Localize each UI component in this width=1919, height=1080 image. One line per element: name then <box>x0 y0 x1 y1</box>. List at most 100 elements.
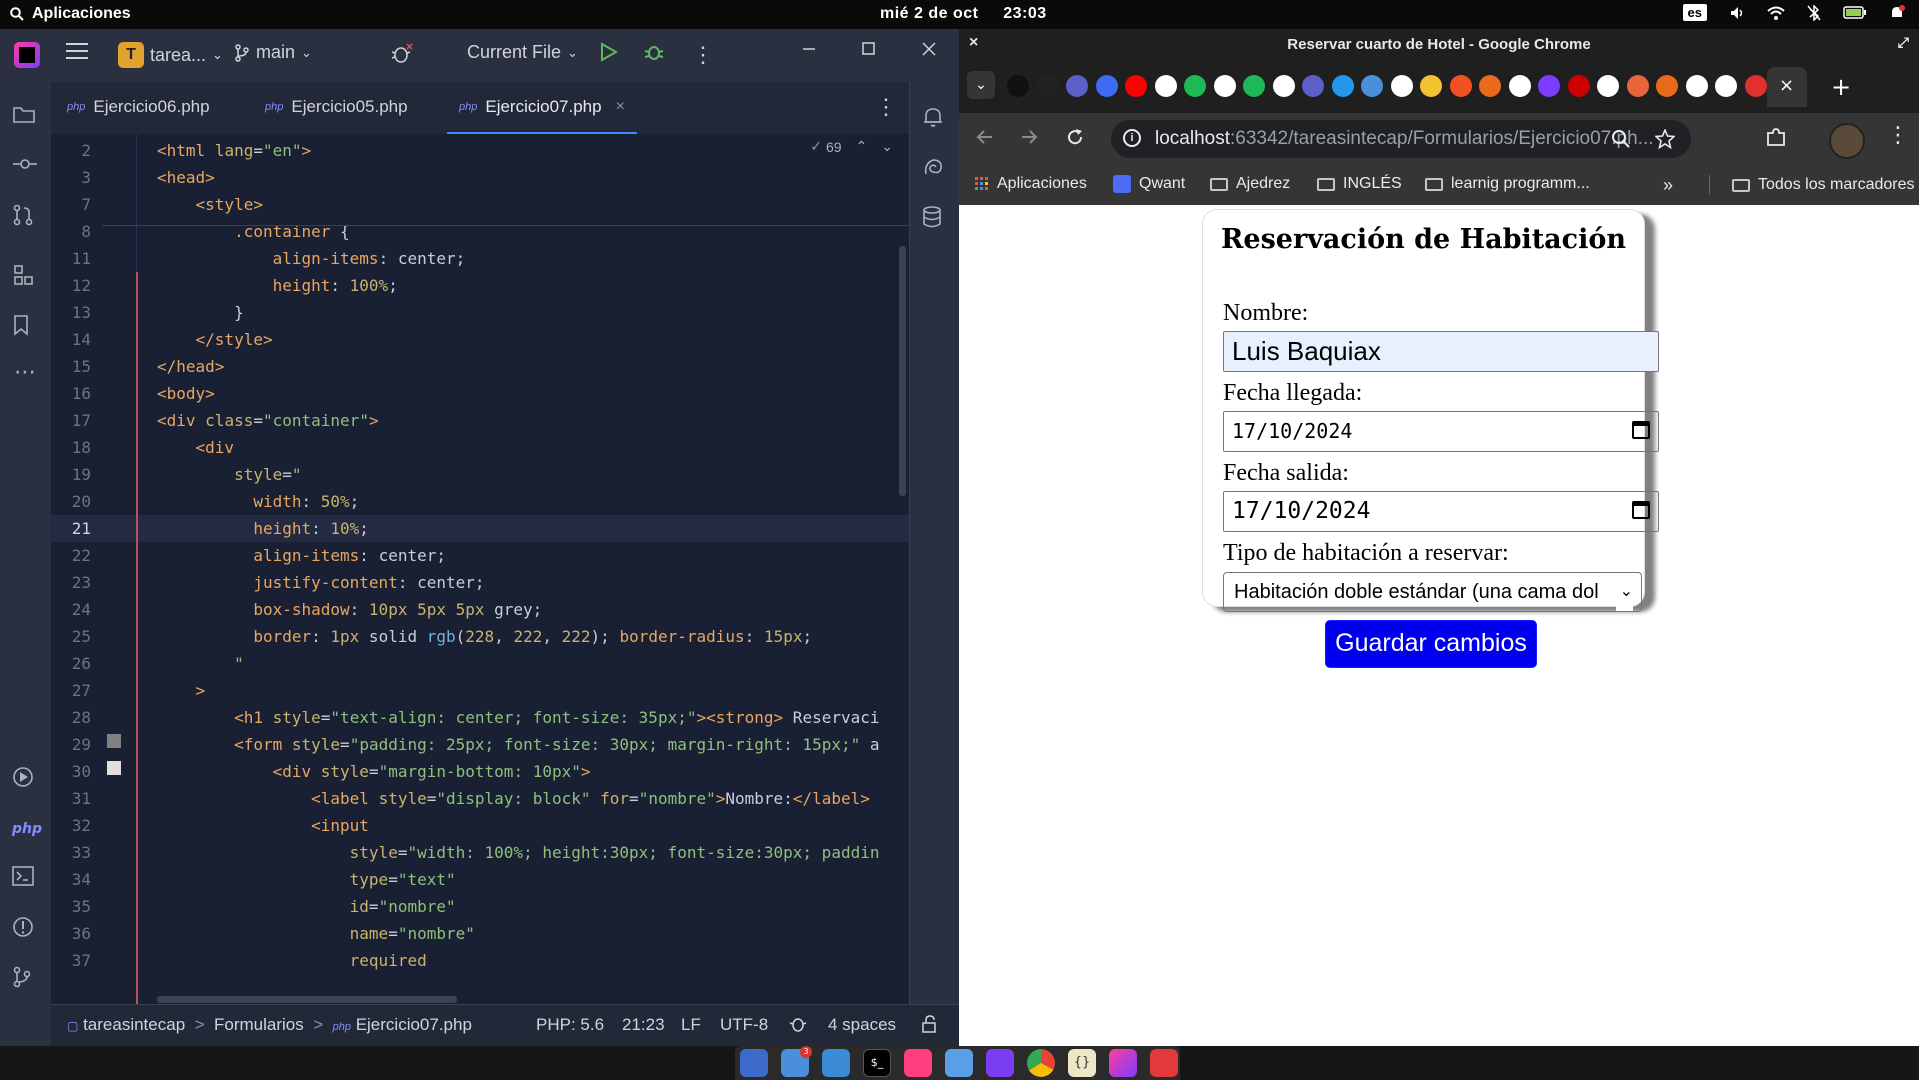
horizontal-scrollbar[interactable] <box>157 996 457 1003</box>
code-line[interactable]: 22 align-items: center; <box>51 542 909 569</box>
line-number[interactable]: 26 <box>51 650 91 677</box>
structure-icon[interactable] <box>12 264 38 290</box>
line-number[interactable]: 13 <box>51 299 91 326</box>
code-editor[interactable]: ✓ 69 ⌃ ⌄ 2 <html lang="en"> 3 <head> 7 <styl… <box>51 134 909 1004</box>
tab-favicon-icon[interactable] <box>1243 75 1265 97</box>
code-line[interactable]: 21 height: 10%; <box>51 515 909 542</box>
tab-favicon-icon[interactable] <box>1066 75 1088 97</box>
keyboard-layout-indicator[interactable]: es <box>1682 4 1707 21</box>
bookmark-folder-ingles[interactable]: INGLÉS <box>1317 175 1402 193</box>
php-icon[interactable]: php <box>12 816 42 842</box>
pull-requests-icon[interactable] <box>12 204 38 230</box>
forward-button[interactable] <box>1019 127 1039 147</box>
screenshot-app-icon[interactable] <box>1150 1049 1178 1077</box>
code-line[interactable]: 27 > <box>51 677 909 704</box>
calendar-app-icon[interactable]: 3 <box>781 1046 812 1077</box>
commit-icon[interactable] <box>12 154 38 180</box>
code-line[interactable]: 35 id="nombre" <box>51 893 909 920</box>
back-button[interactable] <box>975 127 995 147</box>
code-line[interactable]: 30 <div style="margin-bottom: 10px"> <box>51 758 909 785</box>
chevron-down-icon[interactable]: ⌄ <box>881 138 893 155</box>
chrome-menu-icon[interactable]: ⋮ <box>1887 123 1909 148</box>
code-line[interactable]: 24 box-shadow: 10px 5px 5px grey; <box>51 596 909 623</box>
run-configuration-selector[interactable]: Current File ⌄ <box>467 42 578 63</box>
code-line[interactable]: 37 required <box>51 947 909 974</box>
tab-favicon-icon[interactable] <box>1390 75 1413 97</box>
code-line[interactable]: 31 <label style="display: block" for="no… <box>51 785 909 812</box>
tab-ejercicio05[interactable]: php Ejercicio05.php <box>253 82 420 132</box>
breadcrumb-folder[interactable]: Formularios <box>214 1015 304 1034</box>
line-number[interactable]: 24 <box>51 596 91 623</box>
breadcrumb-project[interactable]: tareasintecap <box>83 1015 185 1034</box>
tab-favicon-icon[interactable] <box>1154 75 1177 97</box>
code-line[interactable]: 17 <div class="container"> <box>51 407 909 434</box>
all-bookmarks-folder[interactable]: Todos los marcadores <box>1709 175 1915 195</box>
code-line[interactable]: 36 name="nombre" <box>51 920 909 947</box>
activities-button[interactable]: Aplicaciones <box>10 5 131 23</box>
clock[interactable]: mié 2 de oct 23:03 <box>880 5 1047 23</box>
close-tab-icon[interactable]: × <box>616 98 625 116</box>
volume-icon[interactable] <box>1729 5 1745 21</box>
code-line[interactable]: 3 <head> <box>51 164 909 191</box>
debug-button[interactable] <box>644 42 664 62</box>
tab-favicon-icon[interactable] <box>1744 75 1767 97</box>
line-number[interactable]: 30 <box>51 758 91 785</box>
site-info-icon[interactable]: i <box>1123 129 1141 147</box>
code-line[interactable]: 34 type="text" <box>51 866 909 893</box>
line-number[interactable]: 14 <box>51 326 91 353</box>
ai-assistant-icon[interactable] <box>922 156 948 182</box>
code-line[interactable]: 20 width: 50%; <box>51 488 909 515</box>
chrome-dock-icon[interactable] <box>1027 1049 1055 1077</box>
profile-avatar[interactable] <box>1829 123 1865 159</box>
tab-ejercicio06[interactable]: php Ejercicio06.php <box>55 82 222 132</box>
git-icon[interactable] <box>12 966 38 992</box>
run-button[interactable] <box>600 42 618 62</box>
line-number[interactable]: 21 <box>51 515 91 542</box>
finder-icon[interactable] <box>822 1049 850 1077</box>
file-encoding[interactable]: UTF-8 <box>720 1015 768 1035</box>
line-number[interactable]: 31 <box>51 785 91 812</box>
bookmark-apps[interactable]: Aplicaciones <box>975 175 1087 193</box>
toggle-app-icon[interactable] <box>945 1049 973 1077</box>
code-line[interactable]: 26 " <box>51 650 909 677</box>
code-line[interactable]: 25 border: 1px solid rgb(228, 222, 222);… <box>51 623 909 650</box>
line-number[interactable]: 25 <box>51 623 91 650</box>
tab-favicon-icon[interactable] <box>1125 75 1147 97</box>
tab-favicon-icon[interactable] <box>1479 75 1501 97</box>
line-number[interactable]: 23 <box>51 569 91 596</box>
chevron-up-icon[interactable]: ⌃ <box>856 138 868 155</box>
terminal-icon[interactable] <box>12 866 38 892</box>
tab-favicon-icon[interactable] <box>1597 75 1619 97</box>
line-number[interactable]: 33 <box>51 839 91 866</box>
notifications-bell-icon[interactable] <box>922 106 948 132</box>
services-icon[interactable] <box>12 766 38 792</box>
line-number[interactable]: 36 <box>51 920 91 947</box>
vertical-scrollbar[interactable] <box>899 246 906 496</box>
line-ending[interactable]: LF <box>681 1015 701 1035</box>
line-number[interactable]: 19 <box>51 461 91 488</box>
line-number[interactable]: 32 <box>51 812 91 839</box>
line-number[interactable]: 16 <box>51 380 91 407</box>
guardar-cambios-button[interactable]: Guardar cambios <box>1325 620 1537 668</box>
tab-favicon-icon[interactable] <box>1449 75 1472 97</box>
more-tools-icon[interactable]: ⋯ <box>12 360 38 386</box>
code-line[interactable]: 8 .container { <box>51 218 909 245</box>
close-tab-icon[interactable]: × <box>1779 75 1794 96</box>
database-icon[interactable] <box>922 206 948 232</box>
lock-icon[interactable] <box>921 1015 937 1033</box>
terminal-app-icon[interactable]: $_ <box>863 1049 891 1077</box>
bookmark-star-icon[interactable] <box>1655 129 1675 149</box>
line-number[interactable]: 29 <box>51 731 91 758</box>
zoom-icon[interactable] <box>1611 129 1631 149</box>
line-number[interactable]: 34 <box>51 866 91 893</box>
line-number[interactable]: 8 <box>51 218 91 245</box>
code-line[interactable]: 28 <h1 style="text-align: center; font-s… <box>51 704 909 731</box>
calendar-icon[interactable] <box>1632 421 1650 439</box>
files-manager-icon[interactable] <box>740 1049 768 1077</box>
php-version[interactable]: PHP: 5.6 <box>536 1015 604 1035</box>
tab-favicon-icon[interactable] <box>1361 75 1383 97</box>
line-number[interactable]: 3 <box>51 164 91 191</box>
project-selector[interactable]: T tarea... ⌄ <box>118 42 223 68</box>
code-line[interactable]: 2 <html lang="en"> <box>51 137 909 164</box>
code-line[interactable]: 32 <input <box>51 812 909 839</box>
